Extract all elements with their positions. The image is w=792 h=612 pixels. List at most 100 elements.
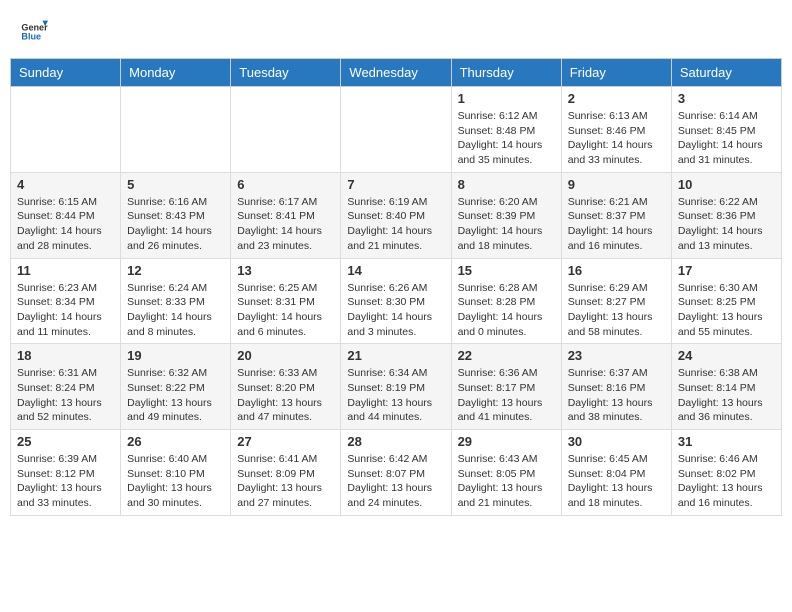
- day-info: Sunrise: 6:36 AM Sunset: 8:17 PM Dayligh…: [458, 366, 555, 425]
- day-info: Sunrise: 6:15 AM Sunset: 8:44 PM Dayligh…: [17, 195, 114, 254]
- calendar-cell: 21 Sunrise: 6:34 AM Sunset: 8:19 PM Dayli…: [341, 344, 451, 430]
- calendar-cell: 13 Sunrise: 6:25 AM Sunset: 8:31 PM Dayli…: [231, 258, 341, 344]
- day-info: Sunrise: 6:17 AM Sunset: 8:41 PM Dayligh…: [237, 195, 334, 254]
- calendar-cell: [11, 87, 121, 173]
- day-info: Sunrise: 6:14 AM Sunset: 8:45 PM Dayligh…: [678, 109, 775, 168]
- calendar-cell: 14 Sunrise: 6:26 AM Sunset: 8:30 PM Dayli…: [341, 258, 451, 344]
- day-info: Sunrise: 6:13 AM Sunset: 8:46 PM Dayligh…: [568, 109, 665, 168]
- col-header-wednesday: Wednesday: [341, 59, 451, 87]
- day-info: Sunrise: 6:25 AM Sunset: 8:31 PM Dayligh…: [237, 281, 334, 340]
- day-number: 4: [17, 177, 114, 192]
- calendar-cell: 9 Sunrise: 6:21 AM Sunset: 8:37 PM Daylig…: [561, 172, 671, 258]
- calendar-week-row: 11 Sunrise: 6:23 AM Sunset: 8:34 PM Dayli…: [11, 258, 782, 344]
- day-number: 18: [17, 348, 114, 363]
- calendar-cell: 15 Sunrise: 6:28 AM Sunset: 8:28 PM Dayli…: [451, 258, 561, 344]
- calendar-week-row: 18 Sunrise: 6:31 AM Sunset: 8:24 PM Dayli…: [11, 344, 782, 430]
- day-info: Sunrise: 6:40 AM Sunset: 8:10 PM Dayligh…: [127, 452, 224, 511]
- calendar-cell: 27 Sunrise: 6:41 AM Sunset: 8:09 PM Dayli…: [231, 430, 341, 516]
- day-number: 22: [458, 348, 555, 363]
- calendar-cell: 25 Sunrise: 6:39 AM Sunset: 8:12 PM Dayli…: [11, 430, 121, 516]
- day-number: 16: [568, 263, 665, 278]
- day-info: Sunrise: 6:31 AM Sunset: 8:24 PM Dayligh…: [17, 366, 114, 425]
- calendar-cell: 4 Sunrise: 6:15 AM Sunset: 8:44 PM Daylig…: [11, 172, 121, 258]
- day-number: 11: [17, 263, 114, 278]
- day-info: Sunrise: 6:42 AM Sunset: 8:07 PM Dayligh…: [347, 452, 444, 511]
- day-info: Sunrise: 6:34 AM Sunset: 8:19 PM Dayligh…: [347, 366, 444, 425]
- calendar-cell: 1 Sunrise: 6:12 AM Sunset: 8:48 PM Daylig…: [451, 87, 561, 173]
- day-info: Sunrise: 6:24 AM Sunset: 8:33 PM Dayligh…: [127, 281, 224, 340]
- calendar-cell: 11 Sunrise: 6:23 AM Sunset: 8:34 PM Dayli…: [11, 258, 121, 344]
- day-info: Sunrise: 6:32 AM Sunset: 8:22 PM Dayligh…: [127, 366, 224, 425]
- day-number: 17: [678, 263, 775, 278]
- calendar-cell: 29Sunrise: 6:43 AM Sunset: 8:05 PM Dayli…: [451, 430, 561, 516]
- day-number: 15: [458, 263, 555, 278]
- day-info: Sunrise: 6:38 AM Sunset: 8:14 PM Dayligh…: [678, 366, 775, 425]
- calendar-cell: [341, 87, 451, 173]
- calendar-cell: 8 Sunrise: 6:20 AM Sunset: 8:39 PM Daylig…: [451, 172, 561, 258]
- day-number: 10: [678, 177, 775, 192]
- calendar-cell: 12 Sunrise: 6:24 AM Sunset: 8:33 PM Dayli…: [121, 258, 231, 344]
- day-number: 21: [347, 348, 444, 363]
- day-number: 23: [568, 348, 665, 363]
- day-info: Sunrise: 6:20 AM Sunset: 8:39 PM Dayligh…: [458, 195, 555, 254]
- calendar-cell: 20Sunrise: 6:33 AM Sunset: 8:20 PM Dayli…: [231, 344, 341, 430]
- day-info: Sunrise: 6:37 AM Sunset: 8:16 PM Dayligh…: [568, 366, 665, 425]
- calendar-week-row: 1 Sunrise: 6:12 AM Sunset: 8:48 PM Daylig…: [11, 87, 782, 173]
- day-number: 2: [568, 91, 665, 106]
- calendar-cell: 24 Sunrise: 6:38 AM Sunset: 8:14 PM Dayli…: [671, 344, 781, 430]
- day-number: 8: [458, 177, 555, 192]
- day-info: Sunrise: 6:29 AM Sunset: 8:27 PM Dayligh…: [568, 281, 665, 340]
- day-info: Sunrise: 6:22 AM Sunset: 8:36 PM Dayligh…: [678, 195, 775, 254]
- logo-icon: General Blue: [20, 15, 48, 43]
- calendar-cell: 26 Sunrise: 6:40 AM Sunset: 8:10 PM Dayli…: [121, 430, 231, 516]
- calendar-cell: 22 Sunrise: 6:36 AM Sunset: 8:17 PM Dayli…: [451, 344, 561, 430]
- day-number: 12: [127, 263, 224, 278]
- day-number: 13: [237, 263, 334, 278]
- day-number: 24: [678, 348, 775, 363]
- col-header-friday: Friday: [561, 59, 671, 87]
- day-info: Sunrise: 6:12 AM Sunset: 8:48 PM Dayligh…: [458, 109, 555, 168]
- day-info: Sunrise: 6:26 AM Sunset: 8:30 PM Dayligh…: [347, 281, 444, 340]
- day-number: 5: [127, 177, 224, 192]
- calendar-cell: [231, 87, 341, 173]
- calendar-cell: 6Sunrise: 6:17 AM Sunset: 8:41 PM Daylig…: [231, 172, 341, 258]
- day-info: Sunrise: 6:39 AM Sunset: 8:12 PM Dayligh…: [17, 452, 114, 511]
- calendar-header-row: SundayMondayTuesdayWednesdayThursdayFrid…: [11, 59, 782, 87]
- day-number: 1: [458, 91, 555, 106]
- day-info: Sunrise: 6:43 AM Sunset: 8:05 PM Dayligh…: [458, 452, 555, 511]
- day-info: Sunrise: 6:41 AM Sunset: 8:09 PM Dayligh…: [237, 452, 334, 511]
- day-info: Sunrise: 6:46 AM Sunset: 8:02 PM Dayligh…: [678, 452, 775, 511]
- day-info: Sunrise: 6:19 AM Sunset: 8:40 PM Dayligh…: [347, 195, 444, 254]
- day-number: 27: [237, 434, 334, 449]
- day-info: Sunrise: 6:30 AM Sunset: 8:25 PM Dayligh…: [678, 281, 775, 340]
- svg-text:Blue: Blue: [21, 32, 41, 42]
- day-number: 20: [237, 348, 334, 363]
- day-number: 25: [17, 434, 114, 449]
- day-number: 31: [678, 434, 775, 449]
- calendar-cell: 2 Sunrise: 6:13 AM Sunset: 8:46 PM Daylig…: [561, 87, 671, 173]
- page-header: General Blue: [10, 10, 782, 48]
- calendar-cell: 7Sunrise: 6:19 AM Sunset: 8:40 PM Daylig…: [341, 172, 451, 258]
- calendar-cell: 30 Sunrise: 6:45 AM Sunset: 8:04 PM Dayli…: [561, 430, 671, 516]
- day-number: 14: [347, 263, 444, 278]
- calendar-cell: 31 Sunrise: 6:46 AM Sunset: 8:02 PM Dayli…: [671, 430, 781, 516]
- calendar-cell: 10 Sunrise: 6:22 AM Sunset: 8:36 PM Dayli…: [671, 172, 781, 258]
- calendar-cell: [121, 87, 231, 173]
- calendar-cell: 19Sunrise: 6:32 AM Sunset: 8:22 PM Dayli…: [121, 344, 231, 430]
- day-number: 9: [568, 177, 665, 192]
- day-info: Sunrise: 6:28 AM Sunset: 8:28 PM Dayligh…: [458, 281, 555, 340]
- col-header-thursday: Thursday: [451, 59, 561, 87]
- day-info: Sunrise: 6:23 AM Sunset: 8:34 PM Dayligh…: [17, 281, 114, 340]
- calendar-table: SundayMondayTuesdayWednesdayThursdayFrid…: [10, 58, 782, 516]
- day-info: Sunrise: 6:16 AM Sunset: 8:43 PM Dayligh…: [127, 195, 224, 254]
- day-info: Sunrise: 6:21 AM Sunset: 8:37 PM Dayligh…: [568, 195, 665, 254]
- day-number: 30: [568, 434, 665, 449]
- calendar-cell: 5 Sunrise: 6:16 AM Sunset: 8:43 PM Daylig…: [121, 172, 231, 258]
- day-info: Sunrise: 6:45 AM Sunset: 8:04 PM Dayligh…: [568, 452, 665, 511]
- calendar-cell: 16 Sunrise: 6:29 AM Sunset: 8:27 PM Dayli…: [561, 258, 671, 344]
- calendar-week-row: 4 Sunrise: 6:15 AM Sunset: 8:44 PM Daylig…: [11, 172, 782, 258]
- day-number: 26: [127, 434, 224, 449]
- col-header-saturday: Saturday: [671, 59, 781, 87]
- calendar-cell: 18 Sunrise: 6:31 AM Sunset: 8:24 PM Dayli…: [11, 344, 121, 430]
- calendar-cell: 23 Sunrise: 6:37 AM Sunset: 8:16 PM Dayli…: [561, 344, 671, 430]
